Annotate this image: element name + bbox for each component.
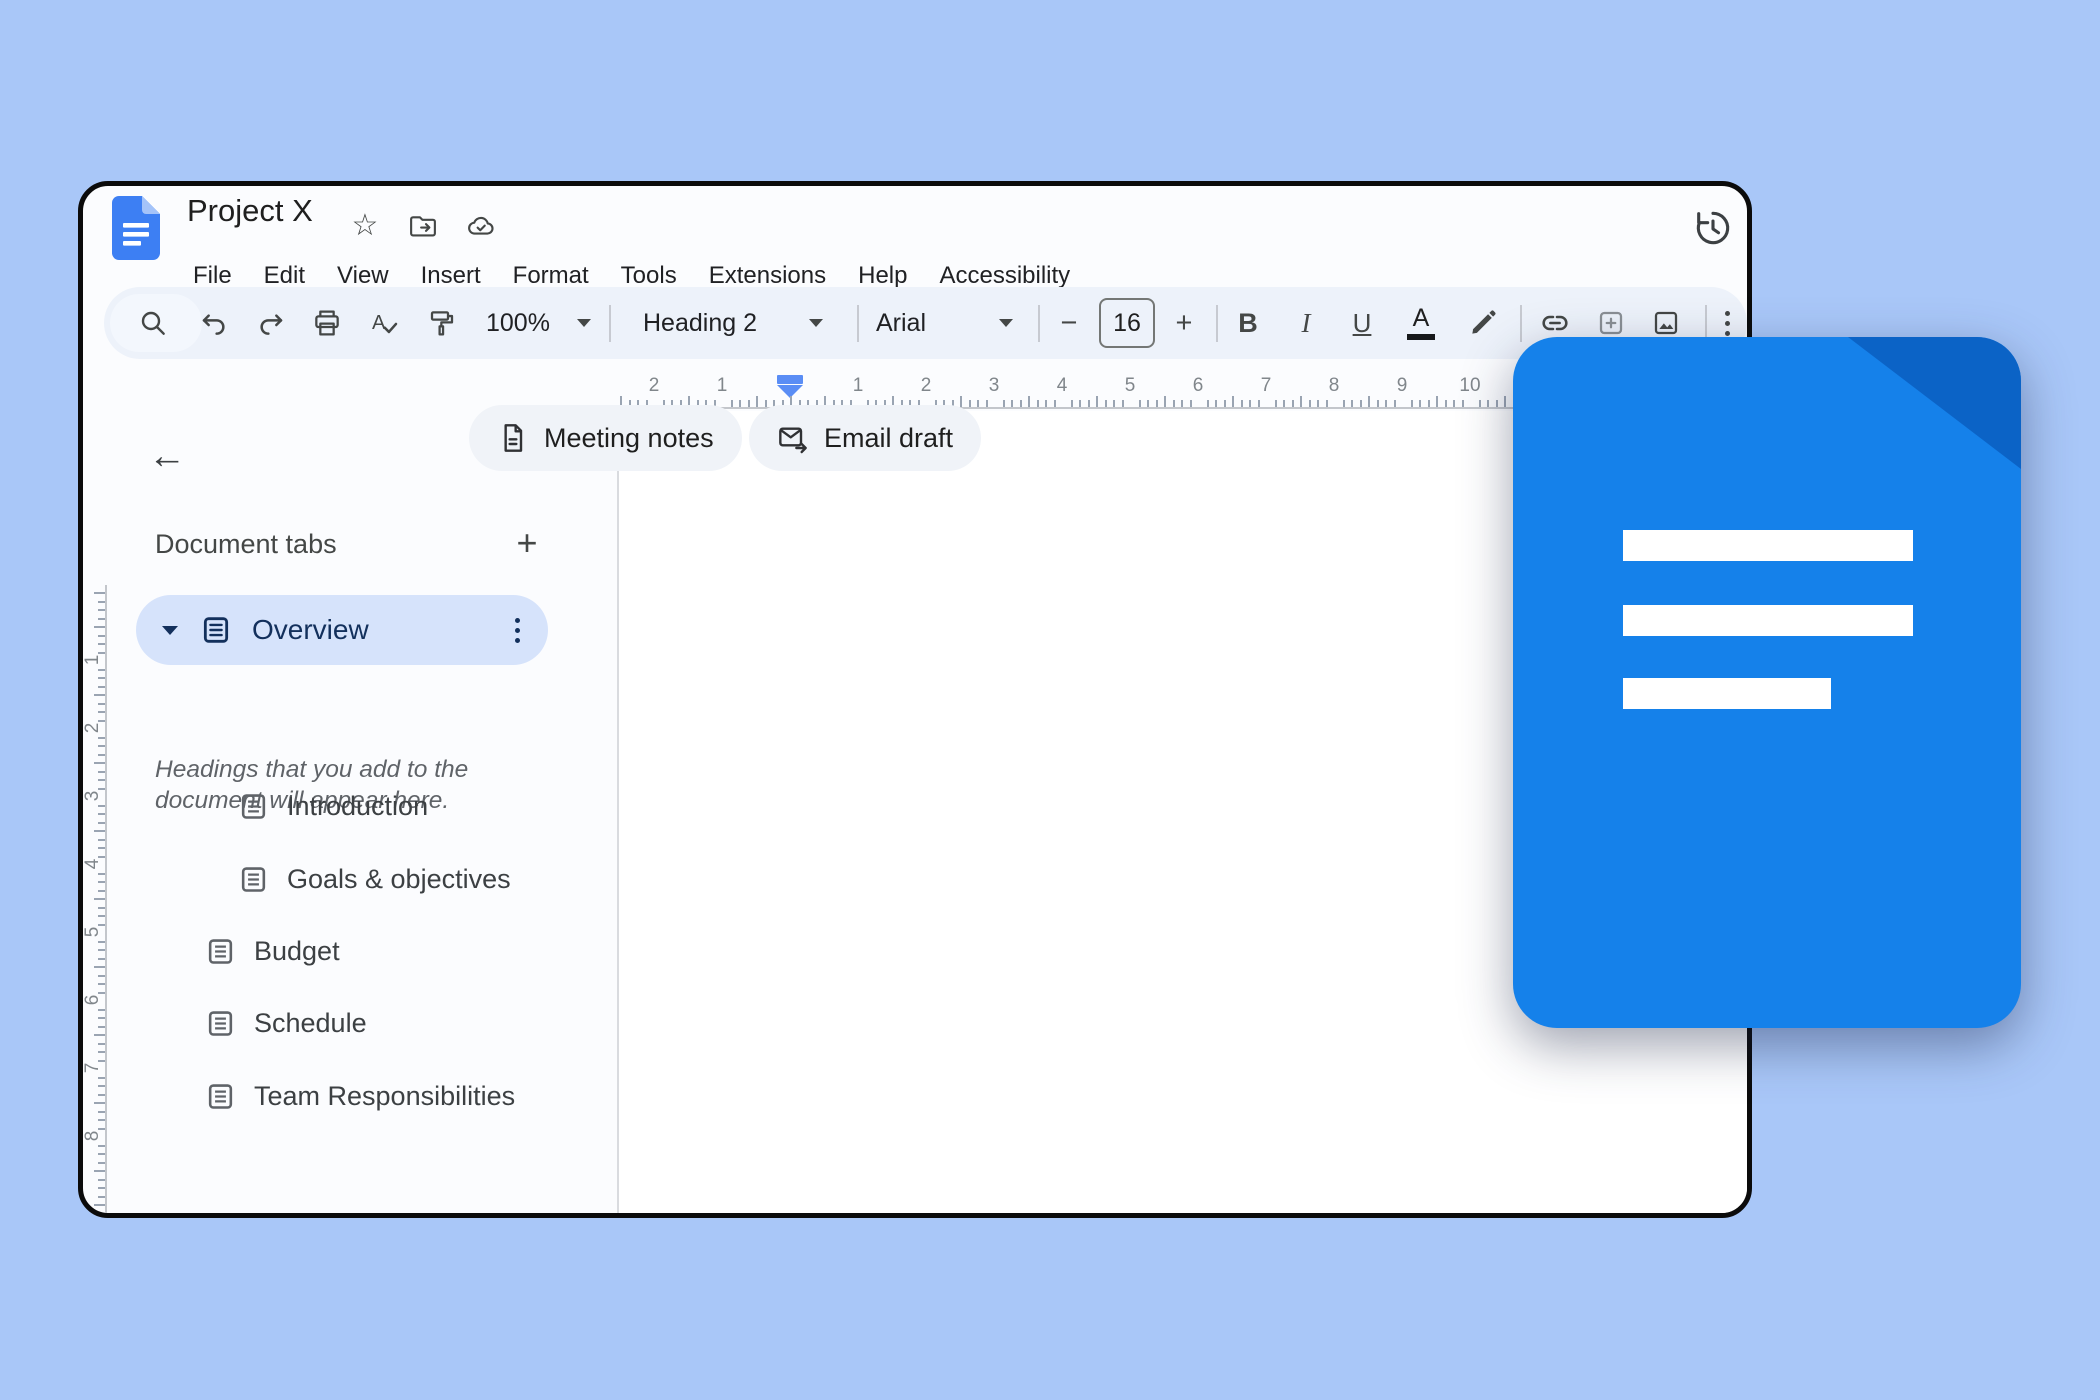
docs-big-icon (1513, 337, 2021, 1028)
font-caret-icon (999, 319, 1013, 334)
tab-document-icon (200, 614, 232, 646)
menu-extensions[interactable]: Extensions (709, 262, 826, 290)
print-icon[interactable] (305, 301, 349, 345)
text-color-button[interactable]: A (1399, 301, 1443, 345)
vertical-ruler[interactable]: 12345678 (85, 585, 107, 1213)
zoom-caret-icon (577, 319, 591, 334)
meeting-notes-chip[interactable]: Meeting notes (469, 405, 742, 471)
google-docs-window: Project X ☆ File Edit View Insert Format… (78, 181, 1752, 1218)
highlight-color-icon[interactable] (1461, 301, 1505, 345)
document-tabs-title: Document tabs (155, 529, 337, 560)
stage: Project X ☆ File Edit View Insert Format… (0, 0, 2100, 1400)
zoom-select[interactable]: 100% (486, 287, 550, 359)
outline-item-introduction[interactable]: Introduction (238, 784, 428, 828)
outline-item-goals[interactable]: Goals & objectives (238, 857, 511, 901)
undo-icon[interactable] (192, 301, 236, 345)
menu-format[interactable]: Format (513, 262, 589, 290)
tab-options-icon[interactable] (515, 618, 520, 643)
increase-font-size-icon[interactable]: + (1162, 301, 1206, 345)
move-folder-icon[interactable] (403, 206, 443, 246)
text-line-decoration (1623, 678, 1831, 709)
toolbar-divider (609, 305, 611, 342)
heading-icon (238, 791, 269, 822)
document-title[interactable]: Project X (187, 193, 313, 229)
docs-logo-icon (112, 196, 160, 260)
font-family-select[interactable]: Arial (876, 287, 926, 359)
menu-tools[interactable]: Tools (621, 262, 677, 290)
paint-format-icon[interactable] (420, 301, 464, 345)
toolbar-divider (1038, 305, 1040, 342)
italic-button[interactable]: I (1284, 301, 1328, 345)
outline-item-budget[interactable]: Budget (205, 929, 340, 973)
heading-icon (205, 1081, 236, 1112)
tab-overview[interactable]: Overview (136, 595, 548, 665)
toolbar: A 100% Heading 2 Aria (104, 287, 1747, 359)
svg-text:A: A (372, 312, 386, 334)
menu-bar: File Edit View Insert Format Tools Exten… (193, 262, 1070, 290)
expand-caret-icon[interactable] (162, 626, 178, 643)
menu-insert[interactable]: Insert (421, 262, 481, 290)
outline-item-schedule[interactable]: Schedule (205, 1001, 367, 1045)
search-icon[interactable] (131, 301, 175, 345)
add-tab-icon[interactable]: + (504, 520, 550, 566)
spellcheck-icon[interactable]: A (362, 301, 406, 345)
google-docs-logo-overlay (1513, 337, 2021, 1028)
chip-label: Meeting notes (544, 423, 714, 454)
toolbar-divider (857, 305, 859, 342)
style-caret-icon (809, 319, 823, 334)
paragraph-style-select[interactable]: Heading 2 (643, 287, 757, 359)
decrease-font-size-icon[interactable]: − (1047, 301, 1091, 345)
heading-icon (205, 936, 236, 967)
text-line-decoration (1623, 605, 1913, 636)
redo-icon[interactable] (249, 301, 293, 345)
font-size-input[interactable]: 16 (1099, 298, 1155, 348)
underline-button[interactable]: U (1340, 301, 1384, 345)
sidebar-canvas-divider (617, 411, 619, 1213)
document-icon (497, 422, 529, 454)
heading-icon (205, 1008, 236, 1039)
menu-accessibility[interactable]: Accessibility (939, 262, 1070, 290)
menu-file[interactable]: File (193, 262, 232, 290)
outline-item-team-responsibilities[interactable]: Team Responsibilities (205, 1074, 515, 1118)
star-icon[interactable]: ☆ (345, 206, 385, 246)
page-fold-corner (1848, 337, 2021, 469)
menu-view[interactable]: View (337, 262, 389, 290)
email-draft-chip[interactable]: Email draft (749, 405, 981, 471)
chip-label: Email draft (824, 423, 953, 454)
toolbar-divider (1216, 305, 1218, 342)
bold-button[interactable]: B (1226, 301, 1270, 345)
email-send-icon (777, 422, 809, 454)
menu-edit[interactable]: Edit (264, 262, 305, 290)
cloud-saved-icon[interactable] (461, 206, 501, 246)
back-arrow-icon[interactable]: ← (145, 434, 189, 478)
tab-label: Overview (252, 614, 369, 646)
text-line-decoration (1623, 530, 1913, 561)
menu-help[interactable]: Help (858, 262, 907, 290)
heading-icon (238, 864, 269, 895)
version-history-icon[interactable] (1687, 202, 1739, 254)
